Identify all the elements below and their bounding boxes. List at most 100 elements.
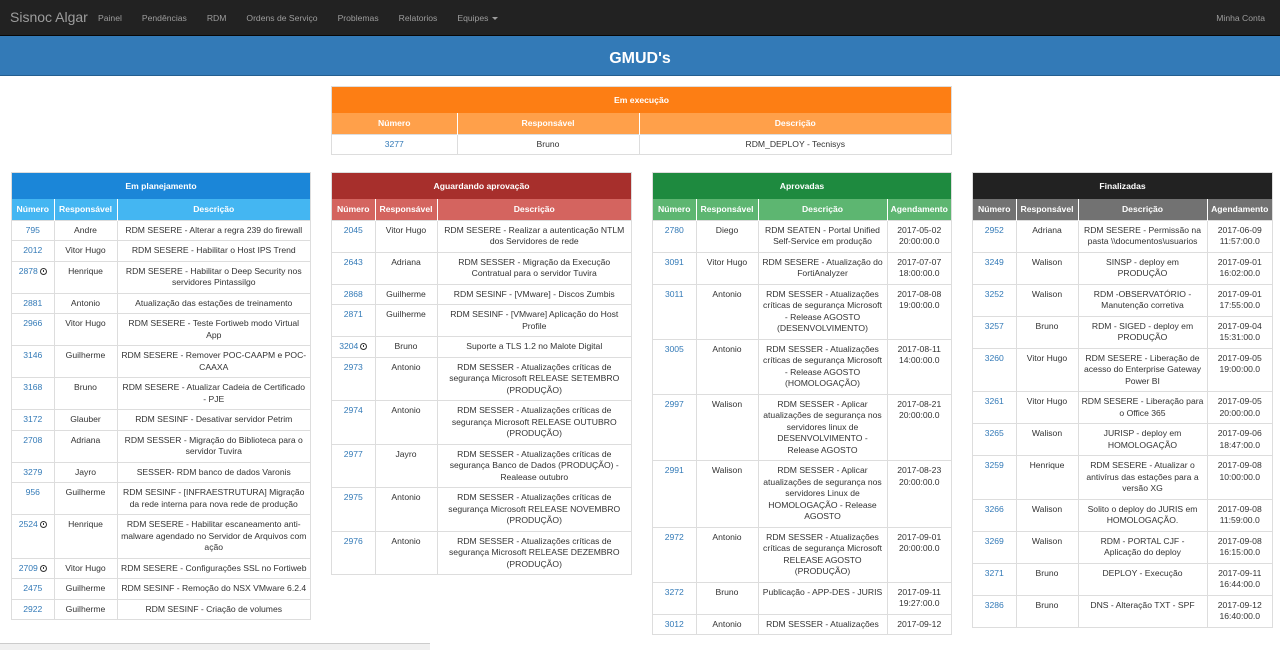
rdm-number-link[interactable]: 2878 — [19, 266, 38, 276]
cell-numero: 2871 — [332, 304, 376, 337]
rdm-number-link[interactable]: 3204 — [339, 341, 358, 351]
rdm-number-link[interactable]: 3259 — [985, 460, 1004, 470]
rdm-number-link[interactable]: 2524 — [19, 519, 38, 529]
nav-ordens-servico[interactable]: Ordens de Serviço — [236, 0, 327, 36]
cell-numero: 2977 — [332, 443, 376, 488]
cell-descricao: RDM SESSER - Atualizações críticas de se… — [437, 356, 631, 401]
rdm-number-link[interactable]: 2973 — [344, 362, 363, 372]
cell-numero: 2966 — [12, 313, 55, 346]
rdm-number-link[interactable]: 3012 — [665, 619, 684, 629]
table-row: 3005 Antonio RDM SESSER - Atualizações crí… — [653, 338, 951, 394]
rdm-number-link[interactable]: 3279 — [23, 467, 42, 477]
table-row: 3252 Walison RDM -OBSERVATÓRIO - Manutençã… — [973, 283, 1272, 316]
brand[interactable]: Sisnoc Algar — [10, 9, 88, 25]
clock-icon — [360, 343, 368, 350]
rdm-number-link[interactable]: 2997 — [665, 399, 684, 409]
cell-descricao: Publicação - APP-DES - JURIS — [758, 581, 888, 614]
nav-rdm[interactable]: RDM — [197, 0, 237, 36]
nav-problemas[interactable]: Problemas — [328, 0, 389, 36]
rdm-number-link[interactable]: 3269 — [985, 536, 1004, 546]
rdm-number-link[interactable]: 2966 — [23, 318, 42, 328]
cell-responsavel: Diego — [696, 219, 759, 252]
rdm-number-link[interactable]: 2977 — [344, 449, 363, 459]
cell-descricao: SINSP - deploy em PRODUÇÃO — [1078, 251, 1208, 284]
nav-pendencias[interactable]: Pendências — [132, 0, 197, 36]
cell-numero: 3005 — [653, 338, 697, 394]
rdm-number-link[interactable]: 956 — [26, 487, 40, 497]
rdm-number-link[interactable]: 2881 — [23, 298, 42, 308]
rdm-number-link[interactable]: 3146 — [23, 350, 42, 360]
table-row: 3011 Antonio RDM SESSER - Atualizações crí… — [653, 283, 951, 339]
cell-responsavel: Bruno — [1016, 562, 1079, 595]
nav-equipes[interactable]: Equipes — [447, 0, 508, 36]
rdm-number-link[interactable]: 2045 — [344, 225, 363, 235]
cell-numero: 956 — [12, 482, 55, 515]
cell-descricao: RDM SESSER - Aplicar atualizações de seg… — [758, 460, 888, 527]
cell-agendamento: 2017-09-12 — [887, 613, 951, 634]
table-row: 3266 Walison Solito o deploy do JURIS em H… — [973, 498, 1272, 531]
col-header-descricao: Descrição — [193, 204, 235, 215]
rdm-number-link[interactable]: 2708 — [23, 435, 42, 445]
rdm-number-link[interactable]: 3272 — [665, 587, 684, 597]
cell-agendamento: 2017-09-01 20:00:00.0 — [887, 526, 951, 582]
page-banner: GMUD's — [0, 36, 1280, 76]
rdm-number-link[interactable]: 3168 — [23, 382, 42, 392]
rdm-number-link[interactable]: 2709 — [19, 563, 38, 573]
rdm-number-link[interactable]: 2952 — [985, 225, 1004, 235]
clock-icon — [39, 564, 47, 572]
rdm-number-link[interactable]: 3011 — [665, 289, 683, 299]
cell-agendamento: 2017-09-06 18:47:00.0 — [1207, 423, 1272, 456]
rdm-number-link[interactable]: 2991 — [665, 465, 684, 475]
table-row: 2524 Henrique RDM SESERE - Habilitar escan… — [12, 514, 310, 558]
rdm-number-link[interactable]: 2871 — [344, 309, 363, 319]
cell-responsavel: Walison — [696, 460, 759, 527]
cell-responsavel: Bruno — [457, 133, 640, 154]
table-row: 2952 Adriana RDM SESERE - Permissão na pas… — [973, 219, 1272, 252]
rdm-number-link[interactable]: 2922 — [23, 604, 42, 614]
rdm-number-link[interactable]: 3266 — [985, 504, 1004, 514]
cell-responsavel: Walison — [696, 393, 759, 461]
rdm-number-link[interactable]: 2976 — [344, 536, 363, 546]
rdm-number-link[interactable]: 3260 — [985, 353, 1004, 363]
rdm-number-link[interactable]: 2868 — [344, 289, 363, 299]
col-header-numero: Número — [332, 113, 458, 134]
account-menu[interactable]: Minha Conta — [1216, 0, 1265, 36]
table-row: 2974 Antonio RDM SESSER - Atualizações crí… — [332, 400, 631, 444]
rdm-number-link[interactable]: 3252 — [985, 289, 1004, 299]
rdm-number-link[interactable]: 3271 — [985, 568, 1004, 578]
rdm-number-link[interactable]: 3265 — [985, 428, 1004, 438]
rdm-number-link[interactable]: 3261 — [985, 396, 1004, 406]
nav-relatorios[interactable]: Relatorios — [389, 0, 448, 36]
rdm-number-link[interactable]: 3277 — [385, 139, 404, 149]
cell-responsavel: Henrique — [54, 260, 118, 293]
table-row: 2977 Jayro RDM SESSER - Atualizações críti… — [332, 443, 631, 488]
rdm-number-link[interactable]: 2974 — [344, 405, 363, 415]
cell-numero: 2972 — [653, 526, 697, 582]
rdm-number-link[interactable]: 3005 — [665, 344, 684, 354]
rdm-number-link[interactable]: 2972 — [665, 532, 684, 542]
rdm-number-link[interactable]: 795 — [26, 225, 40, 235]
cell-descricao: RDM SESERE - Atualizar Cadeia de Certifi… — [117, 377, 310, 410]
rdm-number-link[interactable]: 2643 — [344, 257, 363, 267]
rdm-number-link[interactable]: 3172 — [23, 414, 42, 424]
cell-agendamento: 2017-09-01 17:55:00.0 — [1207, 283, 1272, 316]
rdm-number-link[interactable]: 2780 — [665, 225, 684, 235]
cell-numero: 3261 — [973, 391, 1017, 424]
cell-responsavel: Antonio — [375, 400, 438, 444]
table-row: 3271 Bruno DEPLOY - Execução 2017-09-11 16:… — [973, 562, 1272, 595]
table-row: 2475 Guilherme RDM SESINF - Remoção do NSX… — [12, 578, 310, 599]
clock-icon — [39, 521, 47, 528]
rdm-number-link[interactable]: 3286 — [985, 600, 1004, 610]
cell-numero: 2475 — [12, 578, 55, 599]
cell-descricao: RDM SESINF - Criação de volumes — [117, 598, 310, 619]
rdm-number-link[interactable]: 2475 — [23, 583, 42, 593]
cell-numero: 2973 — [332, 356, 376, 401]
rdm-number-link[interactable]: 3091 — [665, 257, 684, 267]
rdm-number-link[interactable]: 3249 — [985, 257, 1004, 267]
col-header-responsavel: Responsável — [696, 199, 759, 220]
rdm-number-link[interactable]: 2975 — [344, 492, 363, 502]
cell-descricao: RDM SESSER - Atualizações críticas de se… — [758, 526, 888, 582]
rdm-number-link[interactable]: 3257 — [985, 321, 1004, 331]
rdm-number-link[interactable]: 2012 — [23, 245, 42, 255]
nav-painel[interactable]: Painel — [88, 0, 132, 36]
